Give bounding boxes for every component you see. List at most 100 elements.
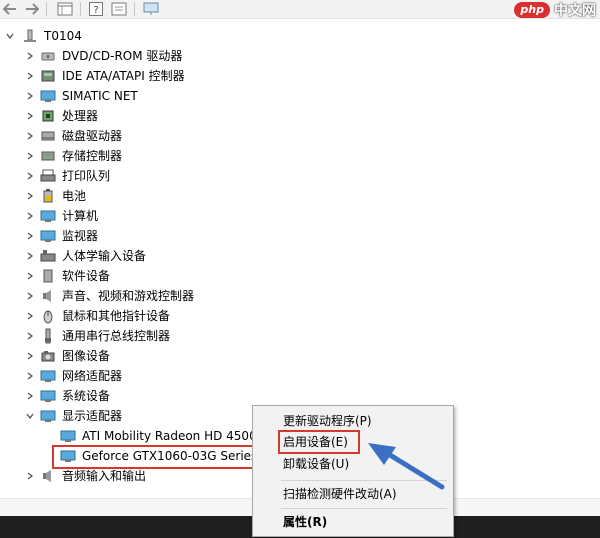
chevron-right-icon[interactable]	[24, 266, 36, 286]
tree-item-label: 音频输入和输出	[62, 469, 147, 483]
chevron-right-icon[interactable]	[24, 66, 36, 86]
keyboard-icon	[40, 248, 56, 264]
tree-item-category[interactable]: SIMATIC NET	[0, 86, 300, 106]
chevron-right-icon[interactable]	[24, 466, 36, 486]
printer-icon	[40, 168, 56, 184]
tree-item-label: 网络适配器	[62, 369, 123, 383]
tree-root-label: T0104	[44, 29, 82, 43]
tree-item-label: 通用串行总线控制器	[62, 329, 171, 343]
chevron-right-icon[interactable]	[24, 186, 36, 206]
tree-item-label: 打印队列	[62, 169, 111, 183]
tree-item-label: ATI Mobility Radeon HD 4500	[82, 429, 257, 443]
camera-icon	[40, 348, 56, 364]
tree-item-label: 显示适配器	[62, 409, 123, 423]
tree-item-label: IDE ATA/ATAPI 控制器	[62, 69, 185, 83]
tree-item-category[interactable]: 存储控制器	[0, 146, 300, 166]
computer-icon	[22, 28, 38, 44]
tree-item-category[interactable]: 图像设备	[0, 346, 300, 366]
software-device-icon	[40, 268, 56, 284]
chevron-right-icon[interactable]	[24, 146, 36, 166]
tree-item-label: 声音、视频和游戏控制器	[62, 289, 195, 303]
tree-item-category[interactable]: 软件设备	[0, 266, 300, 286]
mouse-icon	[40, 308, 56, 324]
tree-item-display-child[interactable]: ATI Mobility Radeon HD 4500	[0, 426, 260, 446]
tree-item-category[interactable]: 打印队列	[0, 166, 300, 186]
tree-item-category[interactable]: 处理器	[0, 106, 300, 126]
battery-icon	[40, 188, 56, 204]
dvd-drive-icon	[40, 48, 56, 64]
highlight-box-enable	[278, 430, 360, 454]
usb-icon	[40, 328, 56, 344]
display-adapter-icon	[40, 408, 56, 424]
system-device-icon	[40, 388, 56, 404]
chevron-right-icon[interactable]	[24, 106, 36, 126]
speaker-icon	[40, 468, 56, 484]
menu-separator	[281, 508, 447, 509]
network-icon	[40, 88, 56, 104]
tree-item-category[interactable]: 网络适配器	[0, 366, 300, 386]
tree-item-category[interactable]: 计算机	[0, 206, 300, 226]
chevron-right-icon[interactable]	[24, 126, 36, 146]
tree-item-label: 鼠标和其他指针设备	[62, 309, 171, 323]
chevron-right-icon[interactable]	[24, 386, 36, 406]
tree-item-category[interactable]: 磁盘驱动器	[0, 126, 300, 146]
tree-item-label: 系统设备	[62, 389, 111, 403]
monitor-icon[interactable]	[142, 1, 160, 17]
tree-item-category[interactable]: 通用串行总线控制器	[0, 326, 300, 346]
device-view-icon[interactable]	[56, 1, 74, 17]
tree-item-label: SIMATIC NET	[62, 89, 138, 103]
tree-item-label: 监视器	[62, 229, 99, 243]
chevron-right-icon[interactable]	[24, 86, 36, 106]
tree-item-label: 计算机	[62, 209, 99, 223]
tree-item-label: DVD/CD-ROM 驱动器	[62, 49, 183, 63]
help-icon[interactable]: ?	[88, 1, 104, 17]
display-adapter-icon	[60, 428, 76, 444]
chevron-right-icon[interactable]	[24, 166, 36, 186]
menu-item-update-driver[interactable]: 更新驱动程序(P)	[283, 411, 372, 431]
chevron-right-icon[interactable]	[24, 366, 36, 386]
tree-item-category[interactable]: IDE ATA/ATAPI 控制器	[0, 66, 300, 86]
watermark-badge: php	[514, 2, 550, 18]
watermark-logo: php 中文网	[514, 0, 596, 20]
chevron-right-icon[interactable]	[24, 226, 36, 246]
tree-item-label: 磁盘驱动器	[62, 129, 123, 143]
tree-item-label: 人体学输入设备	[62, 249, 147, 263]
tree-item-category[interactable]: 声音、视频和游戏控制器	[0, 286, 300, 306]
ide-controller-icon	[40, 68, 56, 84]
speaker-icon	[40, 288, 56, 304]
properties-icon[interactable]	[110, 1, 128, 17]
tree-item-category[interactable]: 人体学输入设备	[0, 246, 300, 266]
chevron-right-icon[interactable]	[24, 306, 36, 326]
tree-item-category[interactable]: 电池	[0, 186, 300, 206]
watermark-text: 中文网	[554, 3, 596, 19]
menu-item-uninstall-device[interactable]: 卸载设备(U)	[283, 454, 349, 474]
tree-item-category[interactable]: 系统设备	[0, 386, 300, 406]
tree-item-label: 处理器	[62, 109, 99, 123]
chevron-right-icon[interactable]	[24, 246, 36, 266]
tree-item-label: 电池	[62, 189, 87, 203]
tree-item-label: 软件设备	[62, 269, 111, 283]
chevron-right-icon[interactable]	[24, 206, 36, 226]
forward-arrow-icon[interactable]	[24, 1, 40, 17]
chevron-down-icon[interactable]	[24, 406, 36, 426]
chevron-right-icon[interactable]	[24, 326, 36, 346]
tree-root[interactable]: T0104	[0, 26, 300, 46]
tree-item-category[interactable]: 鼠标和其他指针设备	[0, 306, 300, 326]
chevron-right-icon[interactable]	[24, 286, 36, 306]
disk-drive-icon	[40, 128, 56, 144]
toolbar: ?	[0, 0, 600, 19]
chevron-right-icon[interactable]	[24, 46, 36, 66]
storage-controller-icon	[40, 148, 56, 164]
svg-text:?: ?	[93, 5, 98, 16]
monitor-icon	[40, 228, 56, 244]
tree-item-label: 图像设备	[62, 349, 111, 363]
computer-icon	[40, 208, 56, 224]
back-arrow-icon[interactable]	[2, 1, 18, 17]
processor-icon	[40, 108, 56, 124]
chevron-right-icon[interactable]	[24, 346, 36, 366]
menu-item-properties[interactable]: 属性(R)	[283, 512, 327, 532]
tree-item-category[interactable]: 监视器	[0, 226, 300, 246]
annotation-arrow-icon	[368, 443, 445, 490]
chevron-down-icon[interactable]	[4, 26, 16, 46]
tree-item-category[interactable]: DVD/CD-ROM 驱动器	[0, 46, 300, 66]
